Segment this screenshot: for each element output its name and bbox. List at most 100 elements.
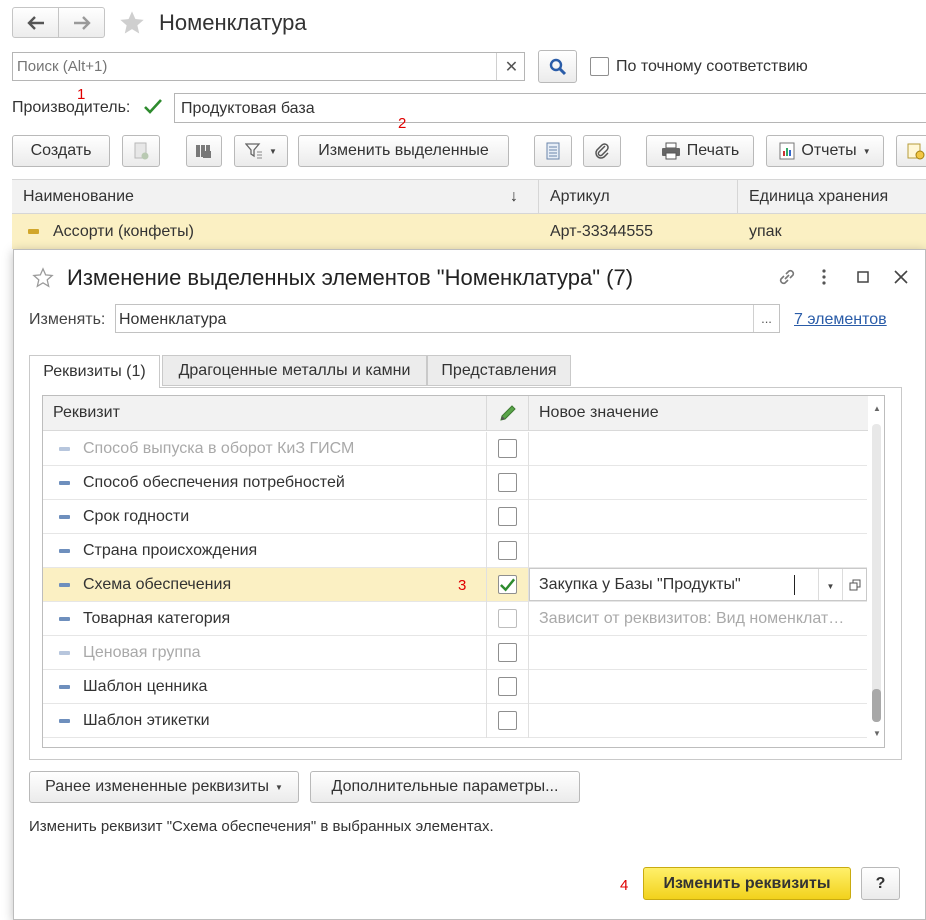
requisite-marker-icon	[59, 481, 70, 485]
close-icon[interactable]	[889, 265, 913, 289]
requisite-marker-icon	[59, 515, 70, 519]
tab-requisites[interactable]: Реквизиты (1)	[29, 355, 160, 388]
copy-button[interactable]	[122, 135, 160, 167]
caret-down-icon: ▼	[862, 146, 871, 156]
attach-button[interactable]	[583, 135, 621, 167]
extra-params-button[interactable]: Дополнительные параметры...	[310, 771, 580, 803]
change-checkbox[interactable]	[498, 473, 517, 492]
dialog-title: Изменение выделенных элементов "Номенкла…	[67, 265, 634, 290]
requisite-marker-icon	[59, 549, 70, 553]
scroll-down-icon[interactable]: ▼	[873, 729, 881, 738]
maximize-icon[interactable]	[852, 265, 874, 289]
tab-representations[interactable]: Представления	[427, 355, 571, 386]
list-view-button[interactable]	[534, 135, 572, 167]
requisite-name: Шаблон этикетки	[83, 712, 210, 729]
change-checkbox[interactable]	[498, 439, 517, 458]
select-button[interactable]: ...	[753, 305, 779, 332]
grid-row-selected[interactable]: Схема обеспечения 3 Закупка у Базы "Прод…	[43, 568, 867, 602]
back-arrow-icon[interactable]	[13, 8, 59, 37]
requisite-name: Шаблон ценника	[83, 678, 208, 695]
apply-changes-button[interactable]: Изменить реквизиты	[643, 867, 851, 900]
grid-scrollbar[interactable]: ▲ ▼	[868, 396, 884, 747]
grid-row[interactable]: Срок годности	[43, 500, 867, 534]
requisite-marker-icon	[59, 719, 70, 723]
caret-down-icon: ▼	[274, 782, 283, 792]
create-button[interactable]: Создать	[12, 135, 110, 167]
grid-row[interactable]: Ценовая группа	[43, 636, 867, 670]
filter-value: Продуктовая база	[181, 100, 315, 117]
dropdown-button[interactable]: ▼	[818, 569, 842, 600]
edit-selected-button[interactable]: Изменить выделенные	[298, 135, 509, 167]
reports-label: Отчеты	[801, 142, 857, 159]
grid-col-separator	[528, 432, 529, 738]
requisite-marker-icon	[59, 617, 70, 621]
open-button[interactable]	[842, 569, 866, 600]
filter-icon	[245, 143, 263, 159]
change-checkbox[interactable]	[498, 541, 517, 560]
requisite-value[interactable]: Зависит от реквизитов: Вид номенклат…	[539, 610, 861, 628]
column-unit[interactable]: Единица хранения	[749, 188, 888, 206]
search-field[interactable]: ✕	[12, 52, 525, 81]
new-value-field[interactable]: Закупка у Базы "Продукты" ▼	[529, 568, 867, 601]
grid-row[interactable]: Шаблон этикетки	[43, 704, 867, 738]
clear-icon[interactable]: ✕	[499, 53, 524, 80]
more-toolbar-button[interactable]	[896, 135, 926, 167]
grid-row[interactable]: Способ обеспечения потребностей	[43, 466, 867, 500]
grid-row[interactable]: Шаблон ценника	[43, 670, 867, 704]
page-title: Номенклатура	[159, 10, 307, 35]
filter-checkbox[interactable]	[143, 98, 162, 116]
grid-row[interactable]: Товарная категория Зависит от реквизитов…	[43, 602, 867, 636]
reports-button[interactable]: Отчеты ▼	[766, 135, 884, 167]
filter-dropdown-button[interactable]: ▼	[234, 135, 288, 167]
favorite-star-icon[interactable]	[32, 267, 54, 289]
change-type-field[interactable]: Номенклатура ...	[115, 304, 780, 333]
barcode-button[interactable]	[186, 135, 222, 167]
print-label: Печать	[686, 142, 740, 159]
sort-arrow-icon[interactable]: ↓	[510, 188, 518, 206]
change-checkbox[interactable]	[498, 507, 517, 526]
requisite-marker-icon	[59, 685, 70, 689]
favorite-star-icon[interactable]	[117, 8, 147, 38]
filter-value-field[interactable]: Продуктовая база	[174, 93, 926, 123]
change-checkbox[interactable]	[498, 677, 517, 696]
open-window-icon	[849, 579, 860, 590]
more-options-icon[interactable]	[814, 265, 834, 289]
scroll-thumb[interactable]	[872, 689, 881, 722]
grid-header: Реквизит Новое значение	[43, 396, 868, 431]
scroll-up-icon[interactable]: ▲	[873, 404, 881, 413]
change-label: Изменять:	[29, 311, 106, 328]
link-icon[interactable]	[775, 265, 799, 289]
forward-arrow-icon[interactable]	[59, 8, 105, 37]
search-icon	[549, 58, 566, 75]
change-checkbox[interactable]	[498, 609, 517, 628]
prev-changed-label: Ранее измененные реквизиты	[45, 778, 269, 795]
list-row-selected[interactable]: Ассорти (конфеты) Арт-33344555 упак	[12, 214, 926, 249]
change-checkbox-checked[interactable]	[498, 575, 517, 594]
column-new-value[interactable]: Новое значение	[539, 404, 659, 422]
column-requisite[interactable]: Реквизит	[53, 404, 120, 422]
exact-match-checkbox[interactable]	[590, 57, 609, 76]
paperclip-icon	[595, 143, 609, 159]
annotation-4: 4	[620, 877, 629, 894]
column-article[interactable]: Артикул	[550, 188, 610, 206]
requisite-marker-icon	[59, 583, 70, 587]
change-checkbox[interactable]	[498, 711, 517, 730]
column-name[interactable]: Наименование	[23, 188, 134, 206]
requisite-name: Способ выпуска в оборот КиЗ ГИСМ	[83, 440, 355, 457]
elements-link[interactable]: 7 элементов	[794, 311, 887, 329]
search-button[interactable]	[538, 50, 577, 83]
grid-row[interactable]: Страна происхождения	[43, 534, 867, 568]
list-header: Наименование ↓ Артикул Единица хранения	[12, 179, 926, 214]
grid-row[interactable]: Способ выпуска в оборот КиЗ ГИСМ	[43, 432, 867, 466]
change-checkbox[interactable]	[498, 643, 517, 662]
print-button[interactable]: Печать	[646, 135, 754, 167]
help-button[interactable]: ?	[861, 867, 900, 900]
requisite-marker-icon	[59, 651, 70, 655]
tab-precious-metals[interactable]: Драгоценные металлы и камни	[162, 355, 427, 386]
new-value-text: Закупка у Базы "Продукты"	[539, 576, 741, 593]
annotation-1: 1	[77, 86, 86, 103]
list-row-article: Арт-33344555	[550, 223, 654, 240]
prev-changed-button[interactable]: Ранее измененные реквизиты ▼	[29, 771, 299, 803]
checkmark-icon	[144, 99, 162, 114]
search-input[interactable]	[13, 53, 497, 80]
